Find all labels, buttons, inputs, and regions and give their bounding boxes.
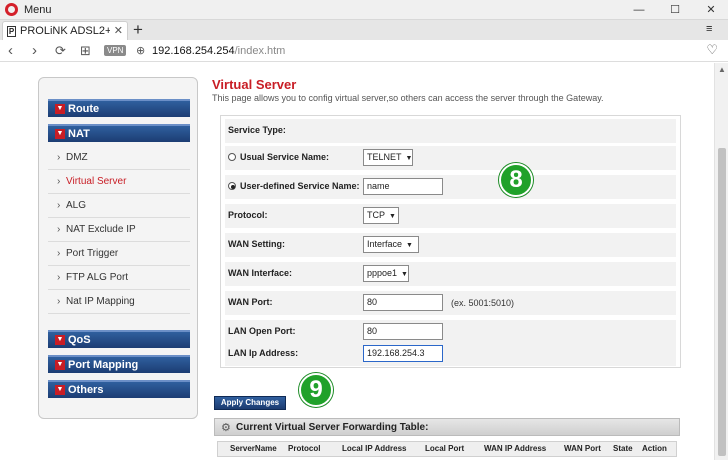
column-header: ServerName [230,444,277,453]
chevron-down-icon: ▼ [405,155,413,162]
arrow-icon: › [57,200,61,211]
wan-port-row: WAN Port: 80 (ex. 5001:5010) [225,291,676,315]
arrow-icon: › [57,224,61,235]
tab-menu-icon[interactable]: ≡ [706,23,718,35]
chevron-down-icon: ▼ [389,213,396,220]
wan-interface-select[interactable]: pppoe1 ▼ [363,265,409,282]
back-icon[interactable]: ‹ [8,42,13,60]
sidebar-route[interactable]: ▼ Route [48,99,190,117]
lan-ip-row: LAN Ip Address: 192.168.254.3 [225,342,676,366]
opera-logo-icon[interactable] [5,3,18,16]
favicon-icon: P [7,26,16,37]
page-title: Virtual Server [212,77,297,92]
sidebar-port-mapping[interactable]: ▼ Port Mapping [48,355,190,373]
column-header: WAN Port [564,444,601,453]
step-badge-8: 8 [499,163,533,197]
chevron-down-icon: ▼ [55,104,65,114]
url-field[interactable]: VPN ⊕ 192.168.254.254/index.htm [100,42,700,60]
vpn-badge[interactable]: VPN [104,45,127,56]
column-header: Local IP Address [342,444,407,453]
arrow-icon: › [57,176,61,187]
user-defined-service-input[interactable]: name [363,178,443,195]
page-description: This page allows you to config virtual s… [212,93,604,103]
menu-label[interactable]: Menu [24,4,52,16]
sidebar-item-dmz[interactable]: › DMZ [48,146,190,170]
sidebar-menu: ▼ Route ▼ NAT › DMZ › Virtual Server › ALG … [38,77,198,419]
wan-port-hint: (ex. 5001:5010) [451,298,515,308]
close-icon[interactable]: ✕ [696,2,726,18]
forwarding-table: ServerName Protocol Local IP Address Loc… [217,441,677,457]
bookmark-heart-icon[interactable]: ♡ [706,42,718,58]
column-header: Local Port [425,444,465,453]
virtual-server-form: Service Type: Usual Service Name: TELNET… [220,115,681,368]
column-header: WAN IP Address [484,444,547,453]
chevron-down-icon: ▼ [406,242,413,249]
chevron-down-icon: ▼ [55,335,65,345]
tab-close-icon[interactable]: ✕ [114,24,123,37]
user-defined-radio[interactable] [228,182,236,190]
protocol-select[interactable]: TCP ▼ [363,207,399,224]
maximize-icon[interactable]: ☐ [660,2,690,18]
chevron-down-icon: ▼ [55,385,65,395]
globe-icon: ⊕ [136,45,146,57]
usual-service-radio[interactable] [228,153,236,161]
chevron-down-icon: ▼ [55,360,65,370]
lan-ip-input[interactable]: 192.168.254.3 [363,345,443,362]
column-header: Protocol [288,444,321,453]
url-text[interactable]: 192.168.254.254/index.htm [152,45,285,57]
sidebar-nat[interactable]: ▼ NAT [48,124,190,142]
gear-icon: ⚙ [221,422,231,434]
column-header: State [613,444,633,453]
lan-open-port-input[interactable]: 80 [363,323,443,340]
step-badge-9: 9 [299,373,333,407]
new-tab-button[interactable]: + [133,20,143,40]
tab-title: PROLiNK ADSL2+ Wireless [20,25,110,37]
forward-icon[interactable]: › [32,42,37,60]
apply-changes-button[interactable]: Apply Changes [214,396,286,410]
forwarding-table-title: Current Virtual Server Forwarding Table: [236,422,429,433]
column-header: Action [642,444,667,453]
wan-interface-row: WAN Interface: pppoe1 ▼ [225,262,676,286]
sidebar-item-ftp-alg-port[interactable]: › FTP ALG Port [48,266,190,290]
tab-bar: P PROLiNK ADSL2+ Wireless ✕ [0,20,728,40]
chevron-down-icon: ▼ [55,129,65,139]
sidebar-item-nat-ip-mapping[interactable]: › Nat IP Mapping [48,290,190,314]
arrow-icon: › [57,272,61,283]
sidebar-item-port-trigger[interactable]: › Port Trigger [48,242,190,266]
wan-setting-select[interactable]: Interface ▼ [363,236,419,253]
wan-port-input[interactable]: 80 [363,294,443,311]
arrow-icon: › [57,152,61,163]
forwarding-table-header: ⚙ Current Virtual Server Forwarding Tabl… [214,418,680,436]
reload-icon[interactable]: ⟳ [55,42,66,60]
minimize-icon[interactable]: — [624,2,654,18]
sidebar-others[interactable]: ▼ Others [48,380,190,398]
usual-service-select[interactable]: TELNET ▼ [363,149,413,166]
scrollbar-thumb[interactable] [718,148,726,456]
sidebar-item-alg[interactable]: › ALG [48,194,190,218]
sidebar-qos[interactable]: ▼ QoS [48,330,190,348]
browser-tab[interactable]: P PROLiNK ADSL2+ Wireless ✕ [2,21,128,40]
speed-dial-icon[interactable]: ⊞ [80,42,91,60]
page-scrollbar[interactable]: ▲ [714,63,728,460]
sidebar-item-virtual-server[interactable]: › Virtual Server [48,170,190,194]
chevron-down-icon: ▼ [401,271,408,278]
protocol-row: Protocol: TCP ▼ [225,204,676,228]
arrow-icon: › [57,296,61,307]
window-titlebar: Menu — ☐ ✕ [0,0,728,20]
page-viewport: ▼ Route ▼ NAT › DMZ › Virtual Server › ALG … [0,63,714,460]
wan-setting-row: WAN Setting: Interface ▼ [225,233,676,257]
service-type-row: Service Type: [225,119,676,143]
user-defined-row: User-defined Service Name: name [225,175,676,199]
lan-open-port-row: LAN Open Port: 80 [225,320,676,344]
usual-service-row: Usual Service Name: TELNET ▼ [225,146,676,170]
scroll-up-icon[interactable]: ▲ [718,65,726,74]
arrow-icon: › [57,248,61,259]
address-bar: ‹ › ⟳ ⊞ VPN ⊕ 192.168.254.254/index.htm [0,40,728,62]
sidebar-item-nat-exclude-ip[interactable]: › NAT Exclude IP [48,218,190,242]
